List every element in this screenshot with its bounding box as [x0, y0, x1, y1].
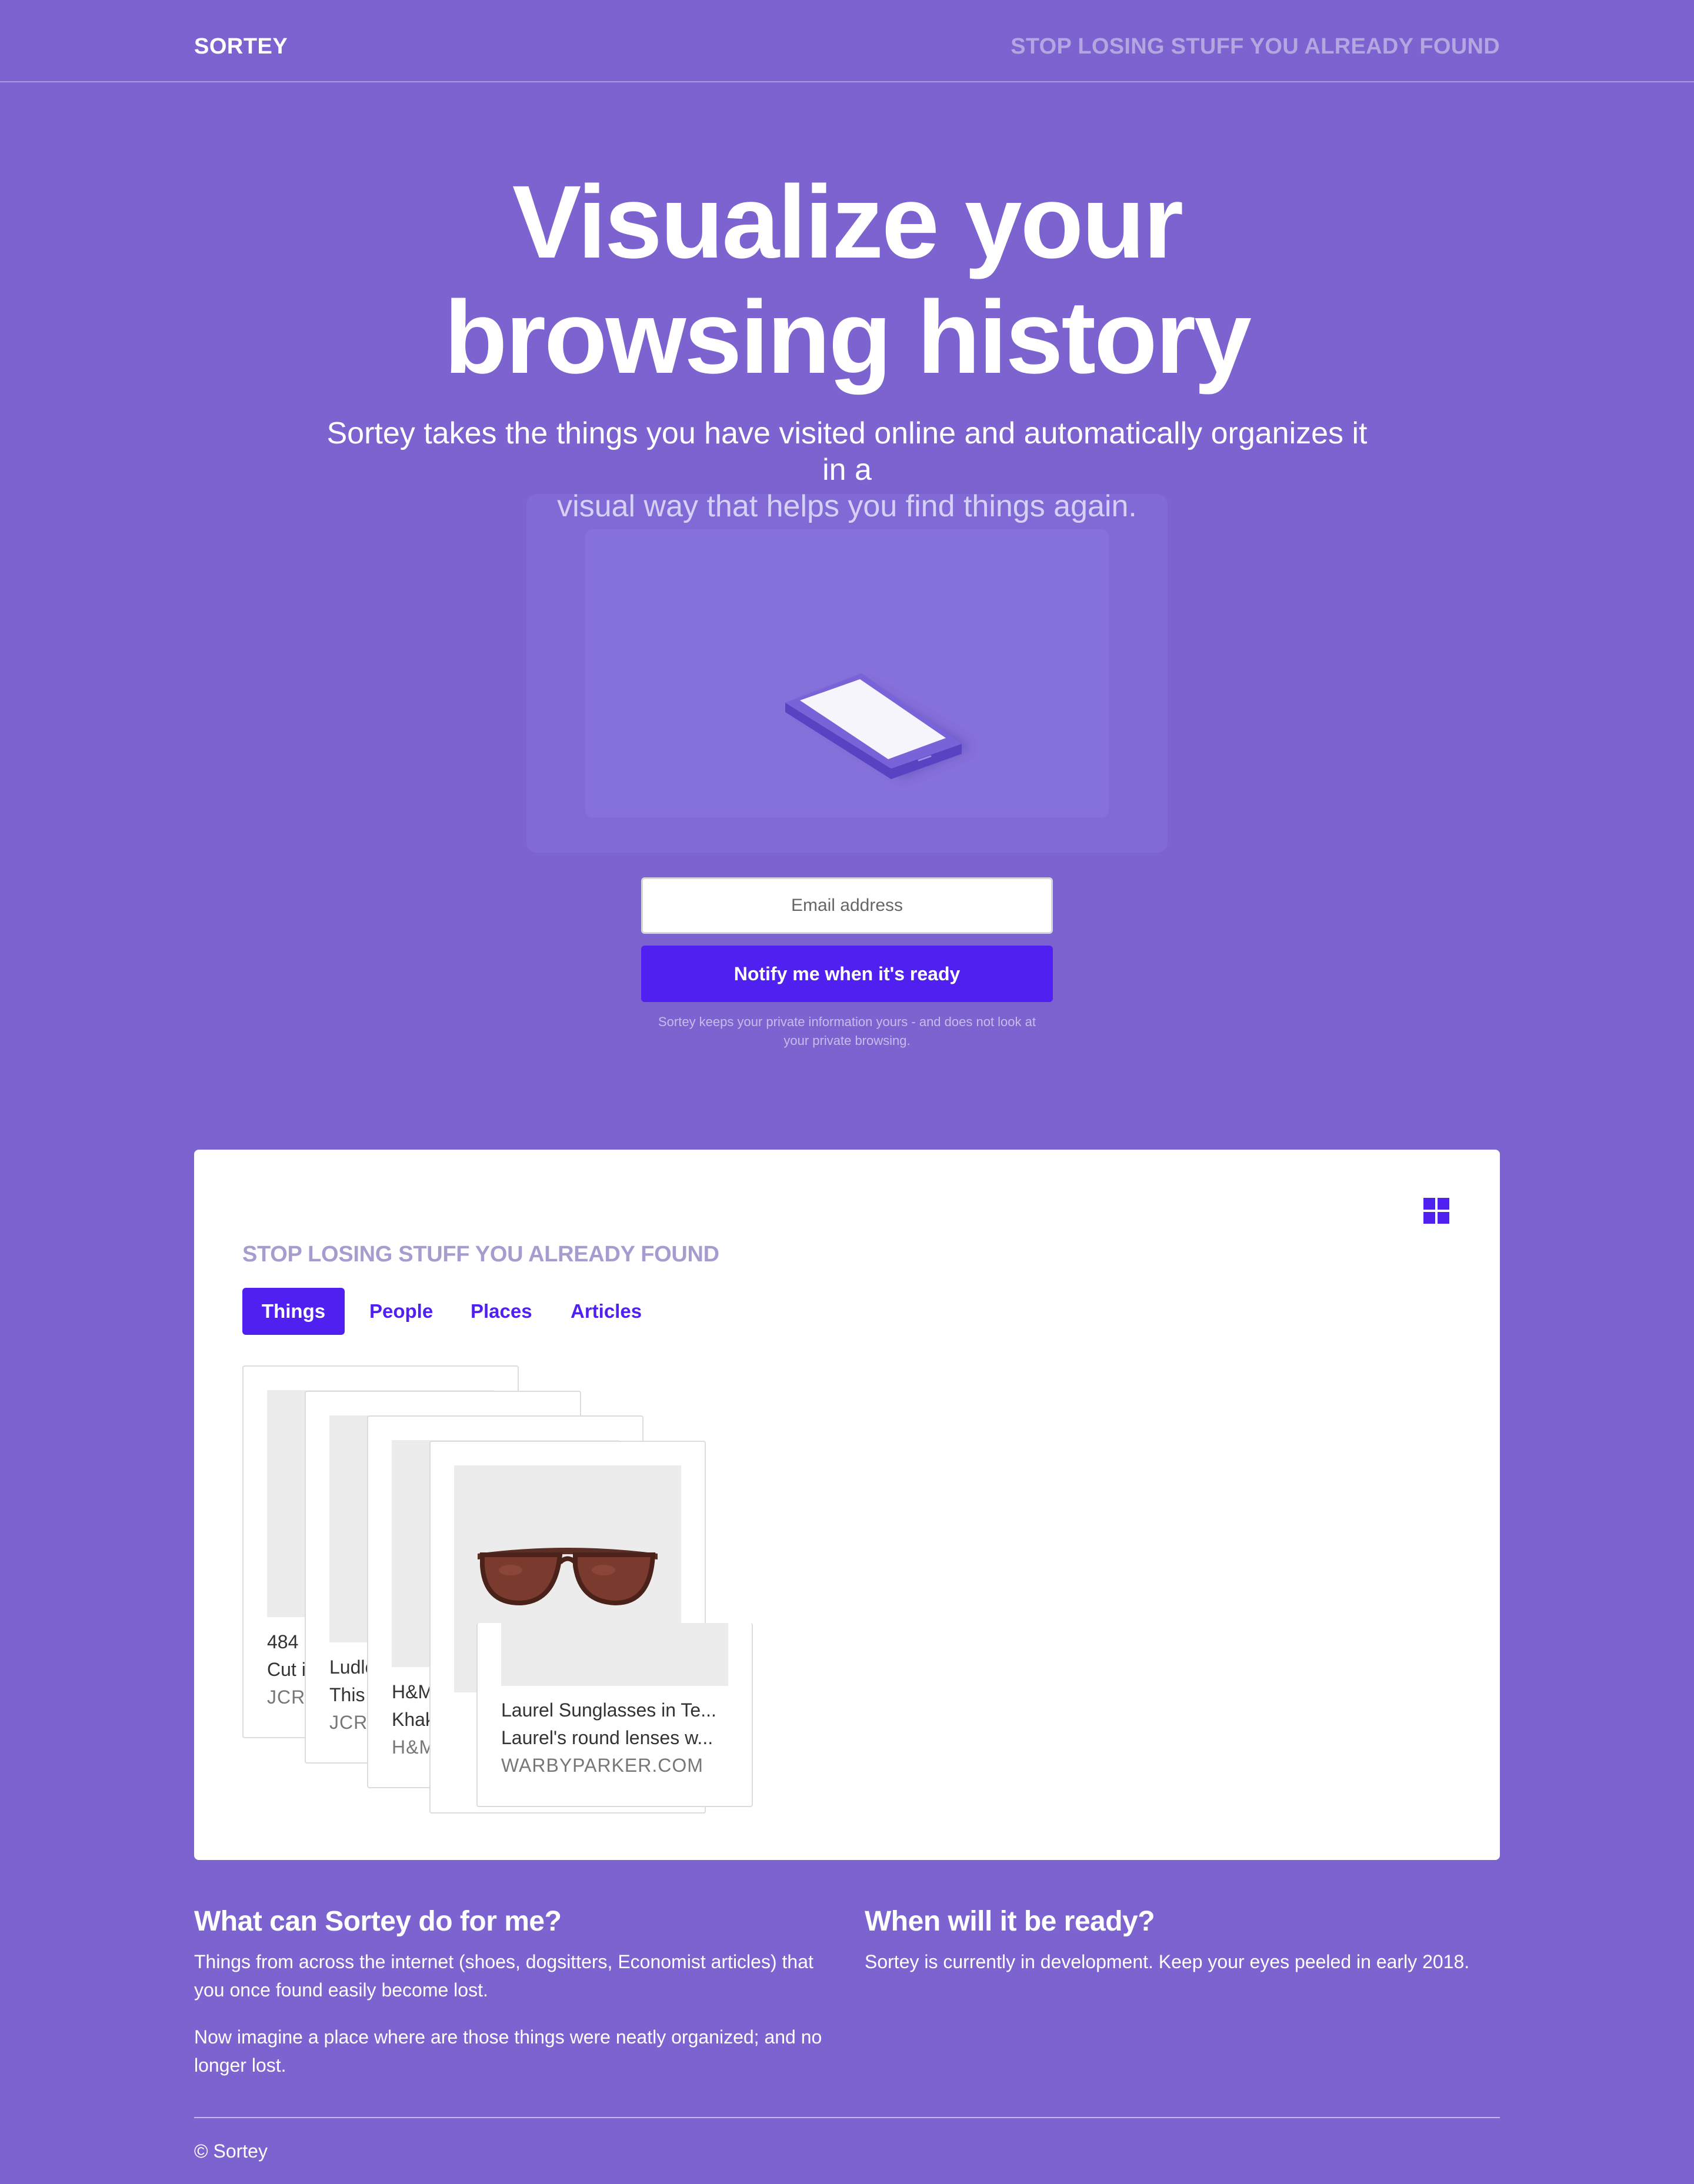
- tab-articles[interactable]: Articles: [552, 1288, 661, 1335]
- tab-places[interactable]: Places: [452, 1288, 551, 1335]
- privacy-note: Sortey keeps your private information yo…: [629, 1013, 1065, 1050]
- demo-heading: STOP LOSING STUFF YOU ALREADY FOUND: [242, 1242, 719, 1267]
- hero-subtitle-line-1: Sortey takes the things you have visited…: [326, 416, 1368, 487]
- faq-question-2: When will it be ready?: [865, 1906, 1155, 1937]
- notify-button[interactable]: Notify me when it's ready: [641, 946, 1053, 1002]
- product-domain: WARBYPARKER.COM: [501, 1755, 703, 1776]
- demo-panel: STOP LOSING STUFF YOU ALREADY FOUND Thin…: [194, 1150, 1500, 1860]
- hero-title-line-1: Visualize your: [512, 165, 1183, 280]
- footer-divider: [194, 2117, 1500, 2118]
- nav-tagline: STOP LOSING STUFF YOU ALREADY FOUND: [1011, 34, 1500, 59]
- email-input[interactable]: [641, 877, 1053, 934]
- tab-people[interactable]: People: [351, 1288, 452, 1335]
- faq-answer-2-paragraph-1: Sortey is currently in development. Keep…: [865, 1951, 1470, 1972]
- hero-title: Visualize your browsing history: [0, 165, 1694, 395]
- hero-illustration: [526, 494, 1168, 853]
- product-image-strip: [501, 1623, 728, 1686]
- phone-illustration-icon: [785, 673, 971, 779]
- copyright: © Sortey: [194, 2140, 268, 2162]
- product-info-card[interactable]: Laurel Sunglasses in Te... Laurel's roun…: [476, 1623, 753, 1807]
- faq-question-1: What can Sortey do for me?: [194, 1906, 562, 1937]
- product-title: Laurel Sunglasses in Te...: [501, 1699, 716, 1721]
- privacy-note-line-1: Sortey keeps your private information yo…: [658, 1014, 1036, 1029]
- faq-answer-1-paragraph-1: Things from across the internet (shoes, …: [194, 1951, 813, 2001]
- hero-title-line-2: browsing history: [444, 280, 1252, 395]
- product-description: Laurel's round lenses w...: [501, 1727, 713, 1748]
- faq-answer-1-paragraph-2: Now imagine a place where are those thin…: [194, 2026, 822, 2076]
- privacy-note-line-2: your private browsing.: [783, 1033, 911, 1048]
- brand-logo[interactable]: SORTEY: [194, 34, 288, 59]
- top-nav: SORTEY STOP LOSING STUFF YOU ALREADY FOU…: [0, 0, 1694, 82]
- tab-things[interactable]: Things: [242, 1288, 345, 1335]
- grid-view-icon[interactable]: [1423, 1198, 1450, 1225]
